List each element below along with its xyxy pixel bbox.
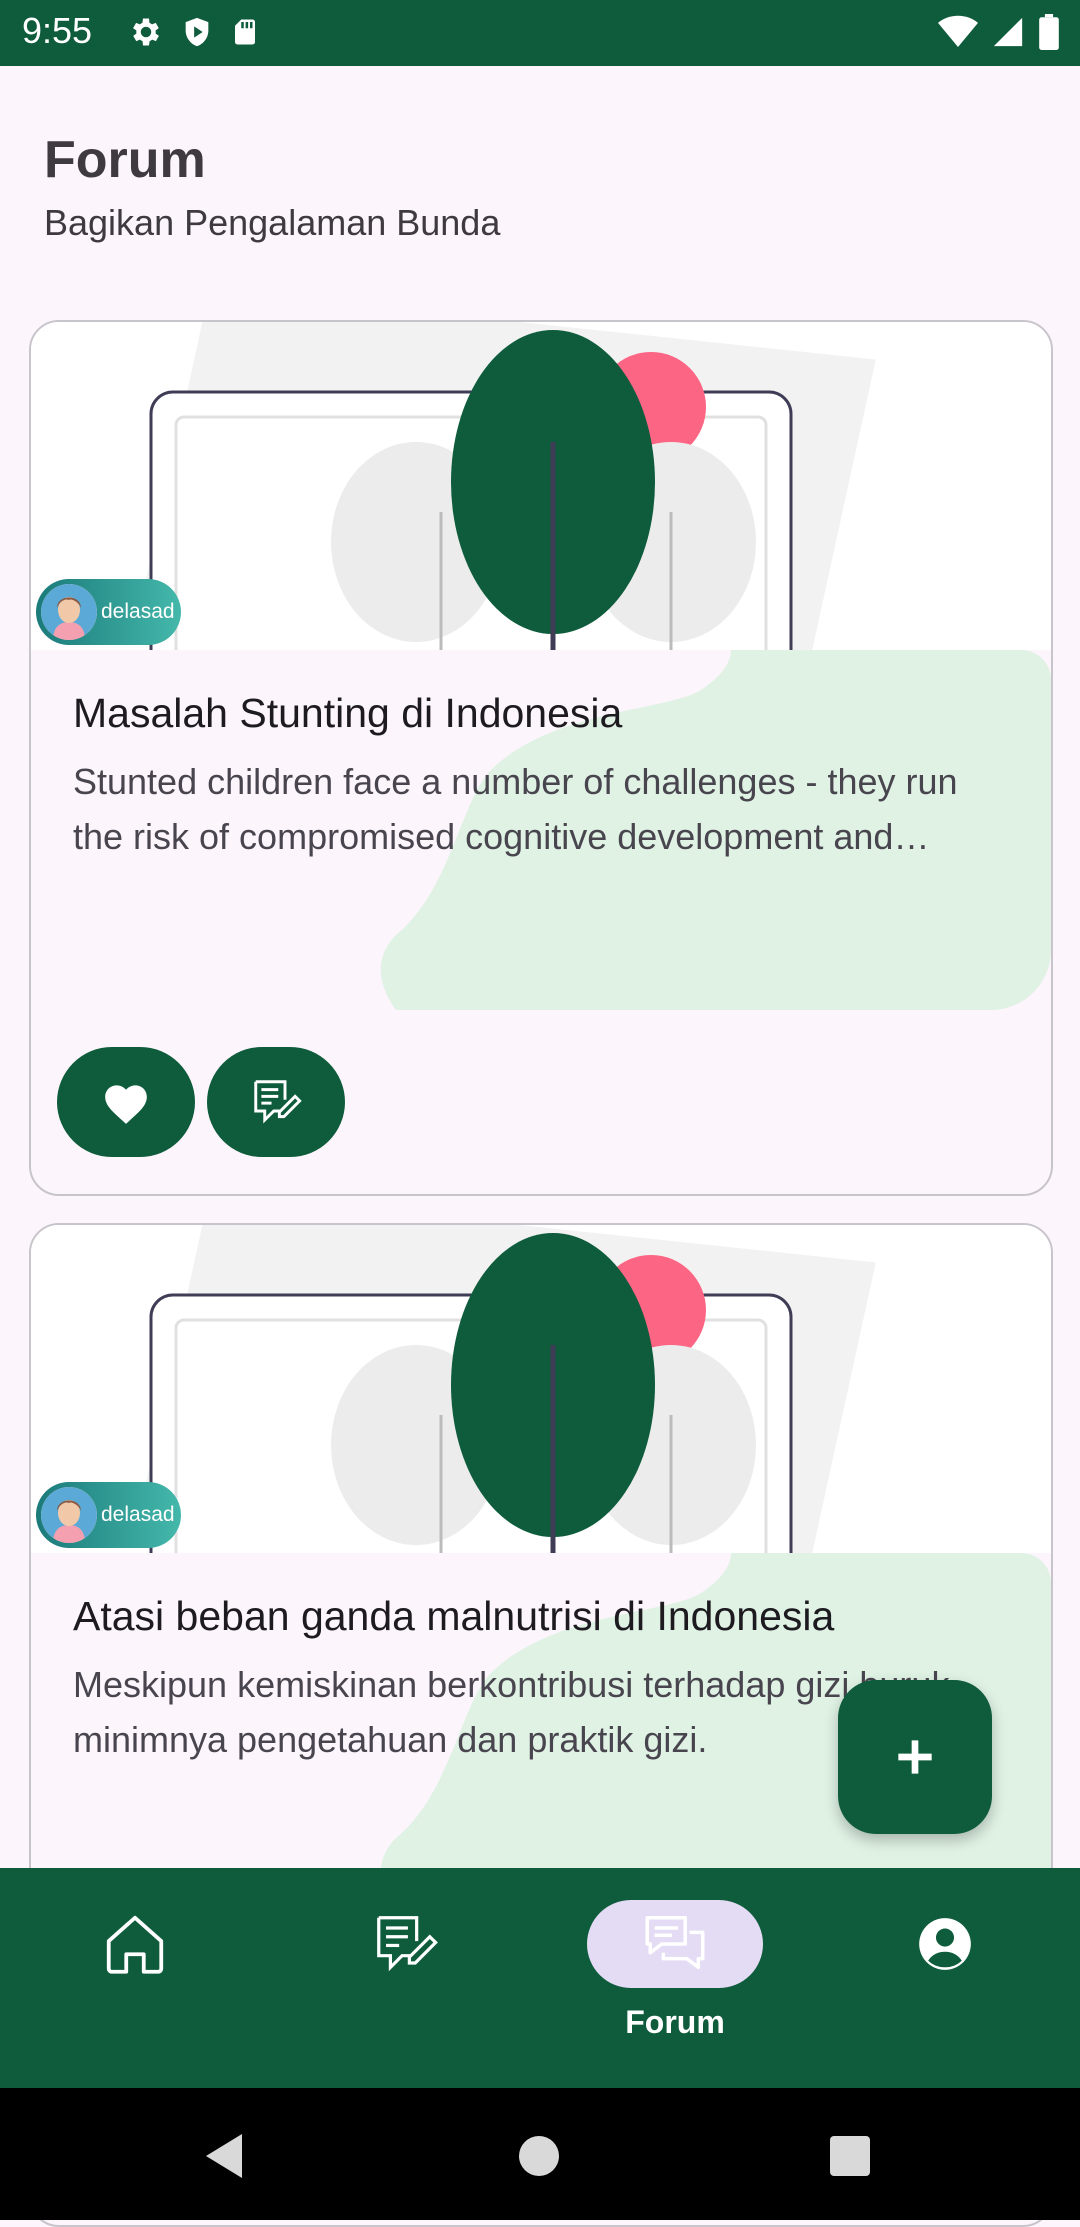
gear-icon: [133, 18, 159, 46]
account-icon: [919, 1918, 971, 1970]
comment-icon: [254, 1080, 302, 1124]
heart-icon: [105, 1085, 147, 1124]
nav-pill: [317, 1900, 493, 1988]
wifi-icon: [938, 15, 978, 47]
post-title: Masalah Stunting di Indonesia: [73, 690, 623, 736]
post-excerpt: Stunted children face a number of challe…: [73, 761, 958, 857]
forum-post-card[interactable]: delasad Masalah Stunting di Indonesia St…: [29, 320, 1053, 1196]
nav-label: Forum: [625, 2004, 725, 2040]
nav-item-articles[interactable]: [270, 1868, 540, 2088]
nav-pill: [47, 1900, 223, 1988]
post-illustration: [31, 322, 1051, 650]
home-icon: [106, 1915, 164, 1974]
author-name: delasad: [101, 600, 175, 623]
status-bar: 9:55: [0, 0, 1080, 66]
bottom-navigation: Forum: [0, 1868, 1080, 2088]
recents-icon[interactable]: [830, 2136, 870, 2176]
page-subtitle: Bagikan Pengalaman Bunda: [44, 202, 501, 243]
signal-icon: [993, 17, 1023, 47]
avatar: [41, 584, 97, 640]
article-edit-icon: [377, 1916, 438, 1972]
nav-pill: [857, 1900, 1033, 1988]
avatar: [41, 1487, 97, 1543]
nav-item-home[interactable]: [0, 1868, 270, 2088]
home-circle-icon[interactable]: [519, 2136, 559, 2176]
back-icon[interactable]: [205, 2134, 247, 2178]
nav-item-profile[interactable]: [810, 1868, 1080, 2088]
add-post-button[interactable]: [838, 1680, 992, 1834]
status-time: 9:55: [22, 10, 93, 51]
comment-button[interactable]: [207, 1047, 345, 1157]
nav-item-forum[interactable]: Forum: [540, 1868, 810, 2088]
play-protect-icon: [185, 17, 209, 47]
forum-icon: [645, 1916, 705, 1970]
author-chip[interactable]: delasad: [36, 579, 181, 645]
sd-card-icon: [235, 19, 255, 45]
author-name: delasad: [101, 1503, 175, 1526]
plus-icon: [898, 1740, 932, 1774]
battery-icon: [1039, 14, 1059, 50]
system-navigation-bar: [0, 2088, 1080, 2220]
post-illustration: [31, 1225, 1051, 1553]
post-title: Atasi beban ganda malnutrisi di Indonesi…: [73, 1593, 835, 1639]
nav-pill-active: [587, 1900, 763, 1988]
page-title: Forum: [44, 131, 206, 189]
like-button[interactable]: [57, 1047, 195, 1157]
author-chip[interactable]: delasad: [36, 1482, 181, 1548]
